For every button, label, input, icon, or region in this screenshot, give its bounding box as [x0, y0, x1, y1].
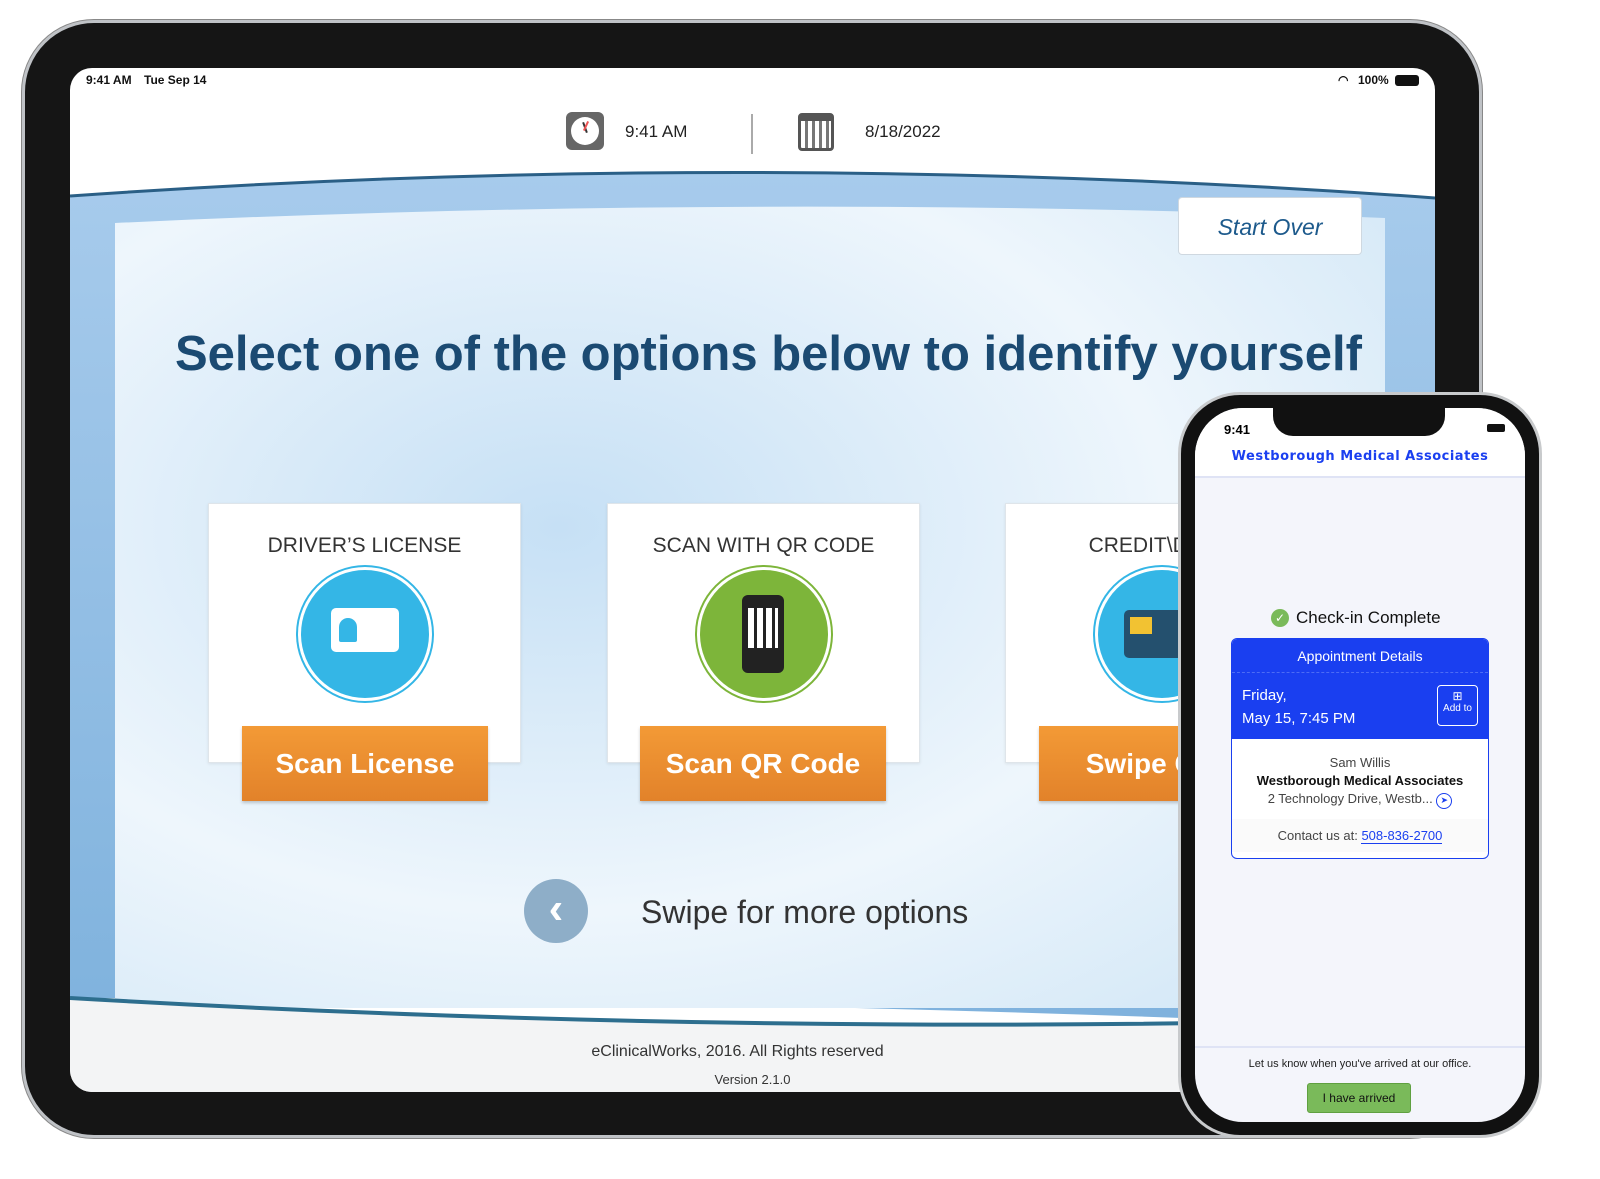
- iphone-screen: 9:41 Westborough Medical Associates ✓ Ch…: [1195, 408, 1525, 1122]
- practice-name: Westborough Medical Associates: [1256, 773, 1464, 788]
- battery-icon: [1395, 75, 1419, 86]
- add-to-calendar-button[interactable]: ⊞ Add to: [1437, 685, 1478, 726]
- appointment-day: Friday,: [1242, 687, 1287, 704]
- arrival-prompt: Let us know when you've arrived at our o…: [1248, 1058, 1472, 1070]
- header-date: 8/18/2022: [865, 122, 941, 141]
- scan-qr-code-button[interactable]: Scan QR Code: [640, 726, 886, 801]
- card-title: DRIVER’S LICENSE: [267, 534, 462, 557]
- page-headline: Select one of the options below to ident…: [175, 327, 1362, 381]
- phone-notch: [1273, 408, 1445, 436]
- clock-icon: [566, 112, 604, 150]
- card-qr-code: SCAN WITH QR CODE: [607, 503, 920, 763]
- card-drivers-license: DRIVER’S LICENSE: [208, 503, 521, 763]
- i-have-arrived-button[interactable]: I have arrived: [1307, 1083, 1411, 1113]
- phone-status-time: 9:41: [1224, 422, 1251, 437]
- calendar-icon: [798, 113, 834, 151]
- appointment-datetime: May 15, 7:45 PM: [1242, 710, 1356, 727]
- add-to-label: Add to: [1443, 703, 1472, 714]
- chevron-left-icon: ‹: [548, 884, 564, 933]
- provider-name: Sam Willis: [1329, 755, 1391, 770]
- phone-title: Westborough Medical Associates: [1231, 449, 1489, 464]
- phone-qr-icon: [700, 570, 828, 698]
- swipe-hint: Swipe for more options: [641, 894, 969, 930]
- calendar-plus-icon: ⊞: [1452, 689, 1463, 703]
- address: 2 Technology Drive, Westb...: [1267, 791, 1433, 806]
- swipe-back-button[interactable]: ‹: [524, 879, 588, 943]
- directions-icon[interactable]: ➤: [1436, 793, 1453, 809]
- appointment-header: Appointment Details: [1232, 639, 1488, 673]
- battery-icon: [1487, 424, 1505, 432]
- id-card-icon: [301, 570, 429, 698]
- header-divider: [751, 114, 753, 154]
- phone-number-link[interactable]: 508-836-2700: [1361, 828, 1443, 844]
- contact-label: Contact us at:: [1277, 828, 1358, 843]
- card-title: SCAN WITH QR CODE: [652, 534, 875, 557]
- footer-divider: [1195, 1046, 1525, 1048]
- appointment-card: Appointment Details Friday, May 15, 7:45…: [1231, 638, 1489, 859]
- status-date: Tue Sep 14: [144, 73, 207, 87]
- checkin-status: Check-in Complete: [1296, 608, 1441, 627]
- status-time: 9:41 AM: [86, 73, 132, 87]
- battery-percent: 100%: [1358, 73, 1389, 87]
- start-over-button[interactable]: Start Over: [1178, 197, 1362, 255]
- scan-license-button[interactable]: Scan License: [242, 726, 488, 801]
- header-time: 9:41 AM: [625, 122, 688, 141]
- wifi-icon: ◠: [1338, 73, 1349, 87]
- check-icon: ✓: [1271, 609, 1289, 627]
